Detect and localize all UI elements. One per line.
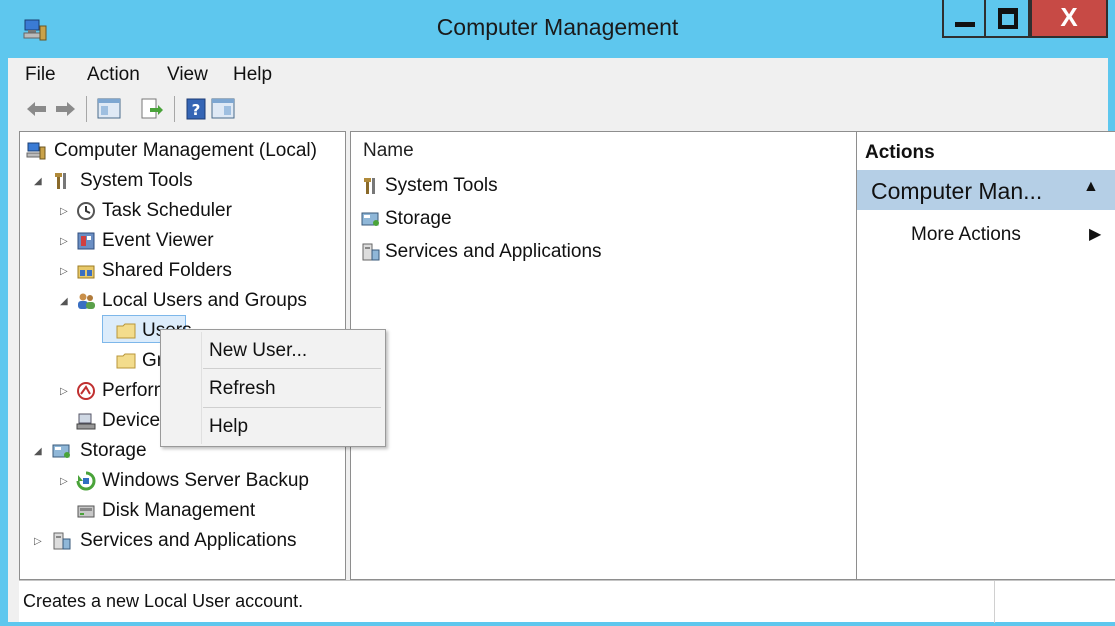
backup-icon bbox=[76, 471, 96, 491]
context-menu-gutter bbox=[201, 332, 202, 444]
maximize-icon bbox=[998, 8, 1018, 29]
actions-section-label: Computer Man... bbox=[871, 178, 1043, 204]
toolbar-separator bbox=[86, 96, 87, 122]
show-hide-action-pane-icon[interactable] bbox=[210, 96, 236, 122]
context-menu-separator bbox=[203, 407, 381, 408]
storage-icon bbox=[361, 212, 379, 226]
menu-action[interactable]: Action bbox=[87, 64, 140, 86]
collapse-arrow-icon[interactable]: ◢ bbox=[60, 296, 68, 307]
collapse-arrow-icon[interactable]: ◢ bbox=[34, 176, 42, 187]
list-item-label: Services and Applications bbox=[385, 241, 602, 262]
column-header-name[interactable]: Name bbox=[363, 140, 414, 162]
help-icon[interactable]: ? bbox=[184, 96, 210, 122]
expand-arrow-icon[interactable]: ▷ bbox=[60, 386, 68, 397]
tree-label: Storage bbox=[80, 440, 147, 461]
status-divider bbox=[994, 581, 995, 623]
actions-section-header[interactable]: Computer Man... ▲ bbox=[857, 170, 1115, 210]
list-item-label: Storage bbox=[385, 208, 452, 229]
title-bar[interactable]: Computer Management X bbox=[0, 0, 1115, 58]
device-manager-icon bbox=[76, 413, 96, 430]
users-group-icon bbox=[78, 293, 95, 309]
menu-help[interactable]: Help bbox=[233, 64, 272, 86]
more-actions-link[interactable]: More Actions bbox=[911, 224, 1021, 246]
actions-pane: Actions Computer Man... ▲ More Actions ▶ bbox=[856, 131, 1115, 580]
event-viewer-icon bbox=[77, 232, 95, 250]
system-tools-icon bbox=[55, 173, 66, 189]
menu-bar: File Action View Help bbox=[8, 58, 1108, 90]
minimize-button[interactable] bbox=[942, 0, 986, 38]
computer-management-icon bbox=[26, 142, 46, 160]
services-icon bbox=[53, 532, 71, 550]
shared-folders-icon bbox=[77, 265, 95, 279]
expand-arrow-icon[interactable]: ▷ bbox=[60, 206, 68, 217]
computer-management-window: Computer Management X File Action View H… bbox=[0, 0, 1115, 626]
status-text: Creates a new Local User account. bbox=[23, 591, 304, 611]
expand-arrow-icon[interactable]: ▷ bbox=[60, 236, 68, 247]
maximize-button[interactable] bbox=[986, 0, 1030, 38]
tree-label: Shared Folders bbox=[102, 260, 232, 281]
services-icon bbox=[362, 243, 380, 261]
tree-label: Local Users and Groups bbox=[102, 290, 307, 311]
performance-icon bbox=[77, 382, 95, 400]
context-menu-new-user[interactable]: New User... bbox=[209, 340, 307, 362]
collapse-arrow-icon[interactable]: ◢ bbox=[34, 446, 42, 457]
tree-label: Computer Management (Local) bbox=[54, 140, 317, 161]
folder-icon bbox=[116, 323, 136, 339]
back-arrow-icon[interactable] bbox=[24, 96, 50, 122]
forward-arrow-icon[interactable] bbox=[52, 96, 78, 122]
expand-arrow-icon[interactable]: ▷ bbox=[34, 536, 42, 547]
svg-text:?: ? bbox=[192, 101, 201, 119]
context-menu-refresh[interactable]: Refresh bbox=[209, 378, 276, 400]
export-list-icon[interactable] bbox=[138, 96, 164, 122]
expand-arrow-icon[interactable]: ▷ bbox=[60, 266, 68, 277]
list-item-label: System Tools bbox=[385, 175, 498, 196]
show-hide-console-tree-icon[interactable] bbox=[96, 96, 122, 122]
actions-title: Actions bbox=[865, 142, 935, 163]
tree-label: Windows Server Backup bbox=[102, 470, 309, 491]
close-button[interactable]: X bbox=[1030, 0, 1108, 38]
menu-file[interactable]: File bbox=[25, 64, 56, 86]
tree-label: Disk Management bbox=[102, 500, 256, 521]
clock-icon bbox=[77, 202, 95, 220]
storage-icon bbox=[52, 444, 70, 458]
disk-management-icon bbox=[77, 505, 95, 518]
context-menu: New User... Refresh Help bbox=[160, 329, 386, 447]
tree-label: Services and Applications bbox=[80, 530, 297, 551]
expand-arrow-icon[interactable]: ▷ bbox=[60, 476, 68, 487]
system-tools-icon bbox=[364, 178, 375, 194]
toolbar: ? bbox=[8, 90, 1108, 128]
tree-label: Event Viewer bbox=[102, 230, 214, 251]
context-menu-help[interactable]: Help bbox=[209, 416, 248, 438]
status-bar: Creates a new Local User account. bbox=[19, 580, 1115, 623]
tree-label: Task Scheduler bbox=[102, 200, 232, 221]
close-icon: X bbox=[1060, 2, 1078, 32]
results-pane: Name System Tools Storage Services and A… bbox=[350, 131, 858, 580]
tree-label: System Tools bbox=[80, 170, 193, 191]
context-menu-separator bbox=[203, 368, 381, 369]
submenu-arrow-icon[interactable]: ▶ bbox=[1089, 224, 1101, 244]
toolbar-separator bbox=[174, 96, 175, 122]
collapse-up-icon[interactable]: ▲ bbox=[1083, 178, 1099, 196]
folder-icon bbox=[116, 353, 136, 369]
menu-view[interactable]: View bbox=[167, 64, 208, 86]
minimize-icon bbox=[955, 22, 975, 27]
